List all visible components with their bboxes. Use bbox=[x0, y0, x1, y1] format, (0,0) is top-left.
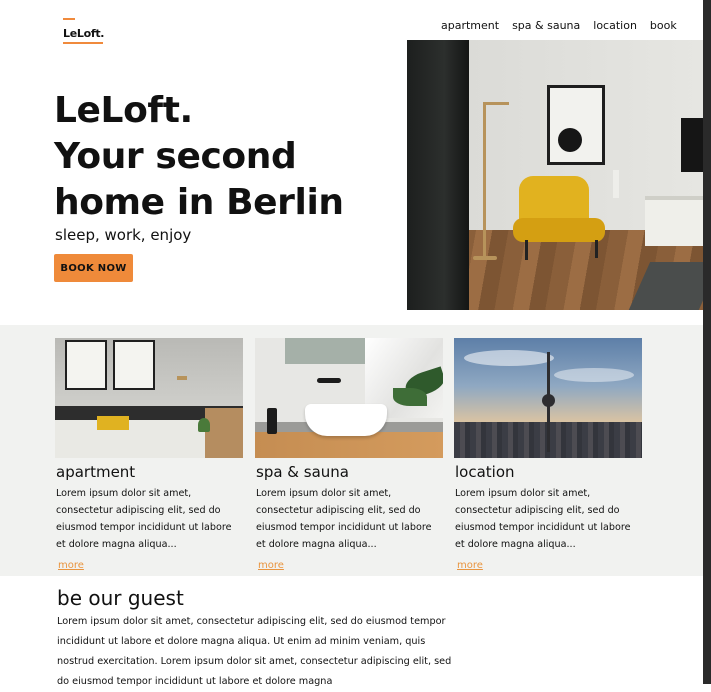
plant bbox=[198, 418, 210, 432]
floor-lamp bbox=[483, 102, 486, 260]
cloud bbox=[464, 350, 554, 366]
bathroom-window bbox=[285, 338, 365, 364]
faucet bbox=[317, 378, 341, 383]
feature-title: spa & sauna bbox=[256, 463, 349, 481]
logo-accent-bar bbox=[63, 18, 75, 20]
wall-art-circle bbox=[558, 128, 582, 152]
armchair-leg bbox=[525, 240, 528, 260]
vase bbox=[613, 170, 619, 198]
wall-lamp bbox=[177, 376, 187, 380]
feature-card-location: location Lorem ipsum dolor sit amet, con… bbox=[454, 338, 642, 572]
feature-description: Lorem ipsum dolor sit amet, consectetur … bbox=[455, 488, 631, 550]
room-door bbox=[407, 40, 469, 310]
hero-title-line-1: LeLoft. bbox=[54, 90, 193, 131]
wall-art bbox=[547, 85, 605, 165]
bed bbox=[55, 420, 205, 458]
hero-title-line-2: Your second bbox=[54, 136, 297, 177]
window-edge bbox=[703, 0, 711, 684]
console-table bbox=[645, 196, 703, 246]
feature-card-apartment: apartment Lorem ipsum dolor sit amet, co… bbox=[55, 338, 243, 572]
floor-lamp-arm bbox=[483, 102, 509, 105]
book-now-button[interactable]: BOOK NOW bbox=[54, 254, 133, 282]
location-image[interactable] bbox=[454, 338, 642, 458]
armchair-leg bbox=[595, 240, 598, 258]
nav-item-location[interactable]: location bbox=[593, 19, 637, 32]
bedroom-wall-art bbox=[113, 340, 155, 390]
hero-title-line-3: home in Berlin bbox=[54, 182, 344, 223]
hero-living-room-image bbox=[407, 40, 703, 310]
logo-underline bbox=[63, 42, 103, 44]
guest-section-text: Lorem ipsum dolor sit amet, consectetur … bbox=[57, 616, 452, 687]
nav-item-apartment[interactable]: apartment bbox=[441, 19, 499, 32]
guest-section-title: be our guest bbox=[57, 586, 184, 610]
feature-card-spa-sauna: spa & sauna Lorem ipsum dolor sit amet, … bbox=[255, 338, 443, 572]
tv bbox=[681, 118, 703, 172]
apartment-image[interactable] bbox=[55, 338, 243, 458]
hero-title: LeLoft. Your second home in Berlin bbox=[54, 88, 344, 226]
soap-bottle bbox=[267, 408, 277, 434]
wood-panel bbox=[205, 408, 243, 458]
plant-leaf bbox=[393, 388, 427, 406]
bedroom-wall-art bbox=[65, 340, 107, 390]
armchair-seat bbox=[513, 218, 605, 242]
feature-title: apartment bbox=[56, 463, 136, 481]
hero-subtitle: sleep, work, enjoy bbox=[55, 226, 192, 244]
feature-description: Lorem ipsum dolor sit amet, consectetur … bbox=[256, 488, 432, 550]
tv-tower-sphere bbox=[542, 394, 555, 407]
spa-image[interactable] bbox=[255, 338, 443, 458]
sink bbox=[305, 404, 387, 436]
feature-title: location bbox=[455, 463, 515, 481]
feature-more-link[interactable]: more bbox=[258, 560, 284, 572]
cloud bbox=[554, 368, 634, 382]
nav-item-spa-sauna[interactable]: spa & sauna bbox=[512, 19, 580, 32]
feature-more-link[interactable]: more bbox=[457, 560, 483, 572]
feature-more-link[interactable]: more bbox=[58, 560, 84, 572]
logo-text: LeLoft. bbox=[63, 27, 105, 40]
logo[interactable]: LeLoft. bbox=[63, 18, 105, 44]
nav-item-book[interactable]: book bbox=[650, 19, 677, 32]
feature-description: Lorem ipsum dolor sit amet, consectetur … bbox=[56, 488, 232, 550]
yellow-pillow bbox=[97, 416, 129, 430]
floor-lamp-base bbox=[473, 256, 497, 260]
main-nav: apartment spa & sauna location book bbox=[441, 19, 677, 32]
